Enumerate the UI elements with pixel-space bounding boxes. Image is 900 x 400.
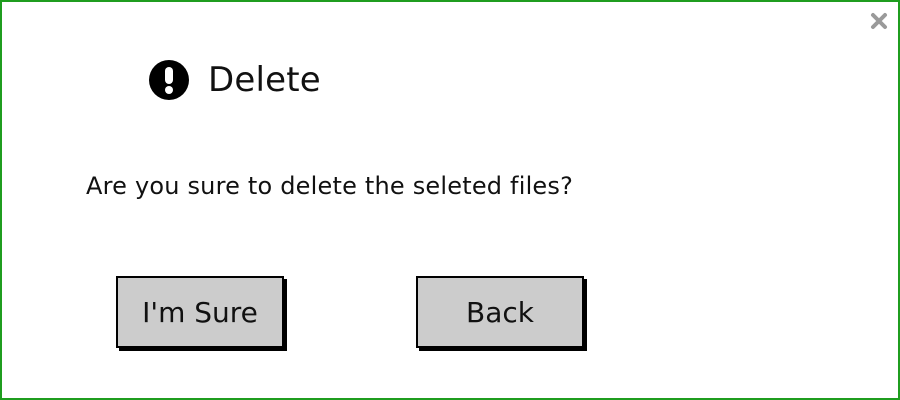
confirm-button[interactable]: I'm Sure [116,276,284,348]
exclamation-circle-icon [148,59,190,101]
dialog-message: Are you sure to delete the seleted files… [86,172,574,200]
close-icon[interactable] [868,10,890,32]
dialog-header: Delete [148,56,321,104]
dialog-title: Delete [208,60,321,100]
delete-confirmation-dialog: Delete Are you sure to delete the selete… [0,0,900,400]
back-button[interactable]: Back [416,276,584,348]
